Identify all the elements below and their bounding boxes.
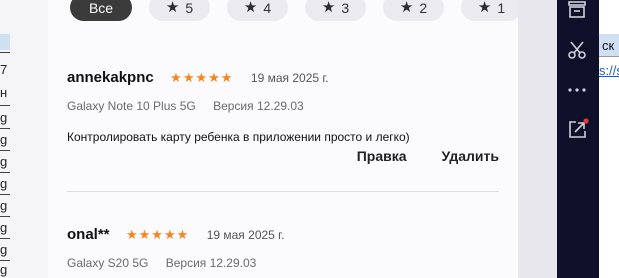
scissors-icon[interactable]: [567, 40, 587, 65]
star-icon: ★: [138, 227, 151, 242]
sheet-cell: [0, 34, 10, 50]
review-meta: Galaxy Note 10 Plus 5G Версия 12.29.03: [67, 99, 499, 113]
sheet-gridline: [0, 194, 10, 195]
star-icon: ★: [195, 70, 208, 85]
sheet-gridline: [0, 128, 10, 129]
review-device: Galaxy Note 10 Plus 5G: [67, 99, 196, 113]
filter-3-chip[interactable]: ★ 3: [305, 0, 366, 21]
star-icon: ★: [399, 0, 414, 16]
filter-rating-label: 1: [497, 0, 506, 16]
sheet-gridline: [0, 260, 10, 261]
panel-gap: [518, 0, 557, 278]
sheet-glyph: g: [0, 176, 8, 191]
review-header: onal** ★ ★ ★ ★ ★ 19 мая 2025 г.: [67, 226, 499, 244]
review-item: annekakpnc ★ ★ ★ ★ ★ 19 мая 2025 г. Galaxy N…: [67, 69, 499, 164]
review-item: onal** ★ ★ ★ ★ ★ 19 мая 2025 г. Galaxy S20 5…: [67, 226, 499, 270]
sheet-glyph: g: [0, 262, 8, 277]
sheet-glyph: g: [0, 198, 8, 213]
review-date: 19 мая 2025 г.: [206, 228, 285, 242]
sheet-gridline: [0, 52, 10, 53]
star-icon: ★: [243, 0, 258, 16]
star-icon: ★: [477, 0, 492, 16]
sheet-gridline: [0, 172, 10, 173]
star-icon: ★: [163, 227, 176, 242]
edit-button[interactable]: Правка: [357, 148, 407, 164]
filter-rating-label: 4: [263, 0, 272, 16]
sheet-gridline: [0, 105, 10, 106]
more-icon[interactable]: [567, 80, 587, 105]
review-header: annekakpnc ★ ★ ★ ★ ★ 19 мая 2025 г.: [67, 69, 499, 87]
review-text: Контролировать карту ребенка в приложени…: [67, 130, 410, 144]
review-date: 19 мая 2025 г.: [250, 71, 329, 85]
filter-1-chip[interactable]: ★ 1: [461, 0, 522, 21]
reviews-card: Все ★ 5 ★ 4 ★ 3 ★ 2 ★ 1 annekakpnc ★ ★ ★…: [48, 0, 522, 278]
filter-4-chip[interactable]: ★ 4: [227, 0, 288, 21]
filter-rating-label: 3: [341, 0, 350, 16]
filter-5-chip[interactable]: ★ 5: [149, 0, 210, 21]
review-meta: Galaxy S20 5G Версия 12.29.03: [67, 256, 499, 270]
sheet-glyph: g: [0, 132, 8, 147]
review-divider: [67, 191, 499, 192]
rating-stars: ★ ★ ★ ★ ★: [170, 70, 232, 86]
filter-all-label: Все: [88, 0, 114, 16]
sheet-glyph: g: [0, 110, 8, 125]
filter-all-chip[interactable]: Все: [70, 0, 132, 21]
review-actions: Правка Удалить: [357, 148, 499, 164]
sheet-glyph: н: [0, 85, 8, 100]
review-device: Galaxy S20 5G: [67, 256, 149, 270]
filter-rating-label: 5: [185, 0, 194, 16]
sheet-glyph: g: [0, 242, 8, 257]
filter-rating-label: 2: [419, 0, 428, 16]
filter-2-chip[interactable]: ★ 2: [383, 0, 444, 21]
sheet-glyph: 7: [0, 62, 8, 77]
rating-stars: ★ ★ ★ ★ ★: [126, 227, 188, 243]
delete-button[interactable]: Удалить: [442, 148, 499, 164]
sheet-gridline: [0, 150, 10, 151]
star-icon: ★: [208, 70, 220, 85]
star-icon: ★: [176, 227, 189, 242]
sheet-cell-text: ск: [602, 38, 615, 53]
review-version: Версия 12.29.03: [165, 256, 257, 270]
star-icon: ★: [321, 0, 336, 16]
share-external-icon[interactable]: [567, 118, 589, 145]
sheet-glyph: g: [0, 154, 8, 169]
review-author: annekakpnc: [67, 69, 154, 86]
reviews-panel: Все ★ 5 ★ 4 ★ 3 ★ 2 ★ 1 annekakpnc ★ ★ ★…: [48, 0, 522, 278]
star-icon: ★: [125, 227, 138, 242]
star-icon: ★: [170, 70, 182, 85]
background-sheet-right: ск s://s: [599, 0, 619, 278]
background-sheet-left: 7 н g g g g g g g g: [0, 0, 48, 278]
archive-icon[interactable]: [567, 0, 587, 25]
star-icon: ★: [165, 0, 180, 16]
review-author: onal**: [67, 226, 110, 243]
sheet-gridline: [0, 216, 10, 217]
star-icon: ★: [151, 227, 163, 242]
star-icon: ★: [182, 70, 195, 85]
sheet-gridline: [0, 238, 10, 239]
sheet-link[interactable]: s://s: [599, 63, 619, 78]
sheet-glyph: g: [0, 220, 8, 235]
star-icon: ★: [220, 70, 233, 85]
rating-filter-bar: Все ★ 5 ★ 4 ★ 3 ★ 2 ★ 1: [70, 0, 522, 21]
side-toolbar: [557, 0, 599, 278]
review-version: Версия 12.29.03: [213, 99, 304, 113]
